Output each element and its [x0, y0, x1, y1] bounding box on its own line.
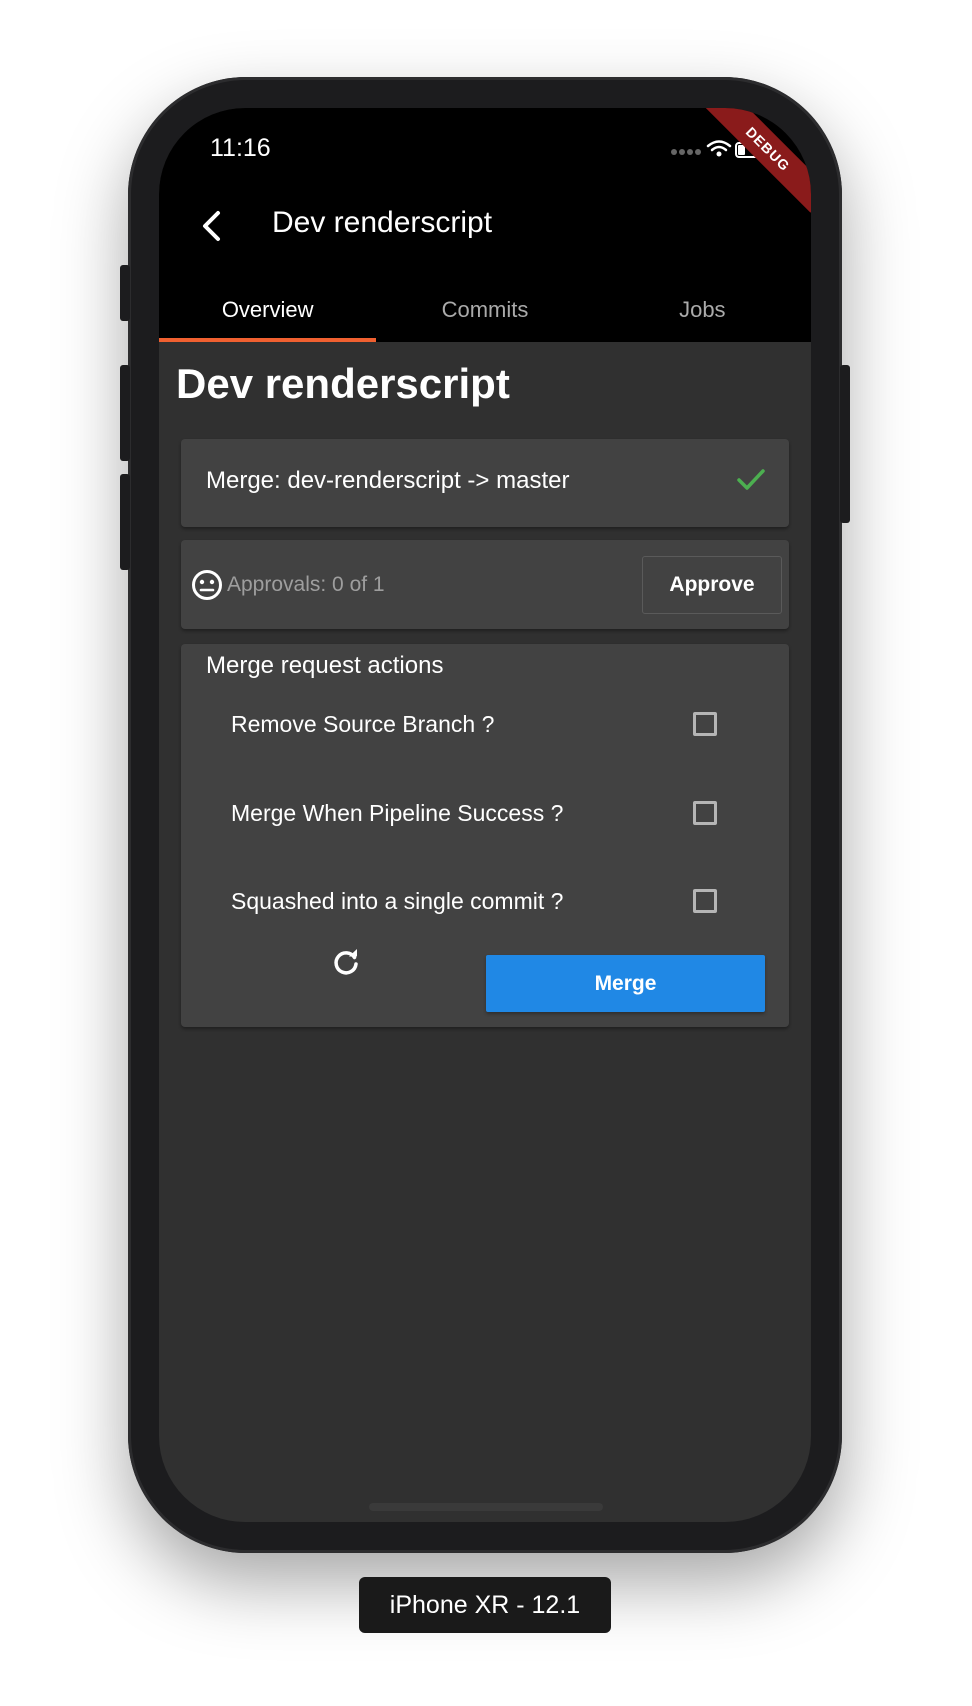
merge-when-pipeline-success-label: Merge When Pipeline Success ? [231, 800, 564, 826]
back-button[interactable] [183, 198, 239, 254]
check-icon [735, 463, 767, 500]
neutral-face-icon [191, 569, 223, 606]
remove-source-branch-checkbox[interactable] [693, 712, 717, 736]
squash-commits-checkbox[interactable] [693, 889, 717, 913]
home-indicator[interactable] [369, 1503, 603, 1511]
approve-button[interactable]: Approve [642, 556, 782, 614]
power-button [840, 365, 850, 523]
page-title: Dev renderscript [176, 360, 510, 407]
tab-bar: Overview Commits Jobs [159, 278, 811, 342]
merge-actions-card: Merge request actions Remove Source Bran… [181, 644, 789, 1027]
signal-icon [671, 149, 701, 155]
approvals-card: Approvals: 0 of 1 Approve [181, 540, 789, 629]
app-bar-title: Dev renderscript [272, 206, 493, 239]
tab-jobs[interactable]: Jobs [594, 278, 811, 342]
tab-commits[interactable]: Commits [376, 278, 593, 342]
merge-actions-title: Merge request actions [206, 652, 444, 679]
approvals-count: Approvals: 0 of 1 [227, 573, 385, 596]
squash-commits-label: Squashed into a single commit ? [231, 888, 564, 914]
merge-branch-label: Merge: dev-renderscript -> master [206, 467, 570, 494]
wifi-icon [706, 140, 732, 152]
phone-screen: 11:16 DEBUG Dev renderscript Overview Co… [159, 108, 811, 1522]
remove-source-branch-label: Remove Source Branch ? [231, 711, 495, 737]
app-bar: 11:16 DEBUG Dev renderscript Overview Co… [159, 108, 811, 342]
notch [304, 108, 666, 160]
refresh-button[interactable] [324, 941, 368, 985]
device-label: iPhone XR - 12.1 [359, 1577, 611, 1633]
status-time: 11:16 [210, 134, 271, 162]
refresh-icon [334, 949, 358, 975]
merge-when-pipeline-success-checkbox[interactable] [693, 801, 717, 825]
tab-overview[interactable]: Overview [159, 278, 377, 342]
volume-down-button [120, 474, 130, 570]
back-arrow-icon [203, 211, 220, 241]
merge-info-card: Merge: dev-renderscript -> master [181, 439, 789, 527]
mute-switch [120, 265, 130, 321]
volume-up-button [120, 365, 130, 461]
merge-button[interactable]: Merge [486, 955, 765, 1012]
